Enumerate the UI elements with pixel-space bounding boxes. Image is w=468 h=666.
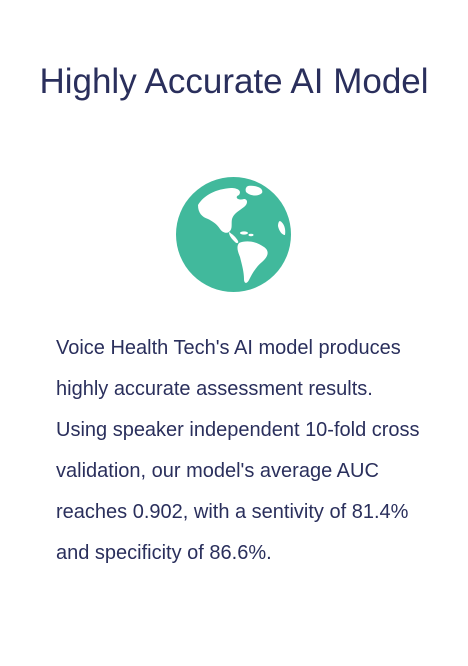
- feature-title: Highly Accurate AI Model: [39, 62, 429, 101]
- feature-description: Voice Health Tech's AI model produces hi…: [56, 337, 420, 564]
- feature-card: Highly Accurate AI Model Voice Health Te…: [0, 0, 468, 666]
- globe-icon: [176, 177, 291, 292]
